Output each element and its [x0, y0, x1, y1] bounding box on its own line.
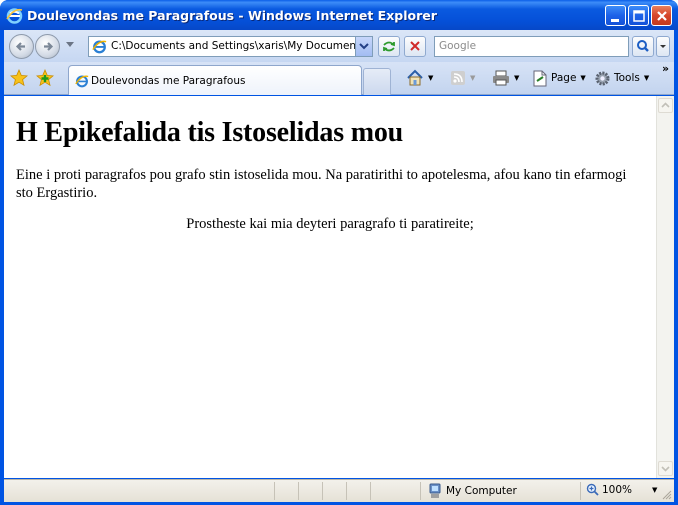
- tab-active[interactable]: Doulevondas me Paragrafous: [68, 65, 362, 95]
- security-zone-label: My Computer: [446, 485, 517, 497]
- chevron-up-icon: [661, 102, 670, 108]
- feeds-button[interactable]: ▼: [450, 68, 475, 88]
- add-favorites-icon[interactable]: [36, 69, 54, 87]
- status-divider: [298, 482, 299, 500]
- page-menu-label: Page: [551, 72, 577, 84]
- tab-toolbar: Doulevondas me Paragrafous ▼ ▼ ▼ Page ▼ …: [4, 62, 674, 95]
- forward-arrow-icon: [44, 42, 54, 51]
- close-icon: [657, 11, 667, 21]
- status-divider: [322, 482, 323, 500]
- refresh-button[interactable]: [378, 36, 400, 57]
- close-button[interactable]: [651, 5, 672, 26]
- chevron-down-icon: [661, 466, 670, 472]
- page-menu-button[interactable]: Page ▼: [532, 68, 586, 88]
- forward-button[interactable]: [35, 34, 60, 59]
- stop-icon: [410, 41, 420, 51]
- print-button[interactable]: ▼: [492, 68, 519, 88]
- zoom-icon: [586, 483, 599, 496]
- status-divider: [420, 482, 421, 500]
- zoom-control[interactable]: 100% ▼: [586, 483, 657, 496]
- status-divider: [274, 482, 275, 500]
- search-placeholder: Google: [439, 40, 477, 52]
- tools-menu-button[interactable]: Tools ▼: [594, 68, 649, 88]
- stop-button[interactable]: [404, 36, 426, 57]
- security-zone[interactable]: My Computer: [428, 483, 517, 499]
- address-toolbar: C:\Documents and Settings\xaris\My Docum…: [4, 30, 674, 62]
- recent-pages-dropdown-icon[interactable]: [66, 42, 74, 48]
- more-commands-chevron-icon[interactable]: ››: [662, 62, 669, 75]
- address-dropdown-button[interactable]: [355, 37, 372, 56]
- search-icon: [637, 40, 649, 52]
- feeds-icon: [451, 71, 465, 85]
- address-url: C:\Documents and Settings\xaris\My Docum…: [111, 40, 355, 52]
- search-options-button[interactable]: [656, 36, 670, 57]
- page-heading: H Epikefalida tis Istoselidas mou: [16, 117, 404, 148]
- ie-icon: [75, 75, 89, 88]
- home-button[interactable]: ▼: [406, 68, 433, 88]
- tab-label: Doulevondas me Paragrafous: [91, 75, 246, 87]
- ie-icon: [92, 40, 107, 54]
- home-icon: [407, 69, 423, 86]
- back-button[interactable]: [9, 34, 34, 59]
- address-input[interactable]: C:\Documents and Settings\xaris\My Docum…: [88, 36, 373, 57]
- computer-icon: [429, 483, 441, 498]
- refresh-icon: [383, 41, 395, 52]
- browser-window: Doulevondas me Paragrafous - Windows Int…: [0, 0, 678, 505]
- title-bar[interactable]: Doulevondas me Paragrafous - Windows Int…: [0, 0, 678, 30]
- chevron-down-icon: [359, 43, 369, 50]
- page-icon: [533, 70, 547, 86]
- window-title: Doulevondas me Paragrafous - Windows Int…: [27, 8, 437, 23]
- status-bar: My Computer 100% ▼: [4, 479, 674, 502]
- search-input[interactable]: Google: [434, 36, 629, 57]
- scroll-up-button[interactable]: [658, 98, 673, 113]
- paragraph-1: Eine i proti paragrafos pou grafo stin i…: [16, 167, 627, 201]
- back-arrow-icon: [15, 42, 25, 51]
- tools-gear-icon: [595, 71, 610, 85]
- print-icon: [493, 70, 509, 86]
- favorites-star-icon[interactable]: [10, 69, 28, 87]
- status-divider: [580, 482, 581, 500]
- minimize-icon: [611, 19, 619, 22]
- vertical-scrollbar[interactable]: [656, 96, 674, 478]
- maximize-button[interactable]: [628, 5, 649, 26]
- status-divider: [346, 482, 347, 500]
- tools-menu-label: Tools: [614, 72, 640, 84]
- search-button[interactable]: [632, 36, 654, 57]
- status-divider: [370, 482, 371, 500]
- resize-grip-icon[interactable]: [662, 490, 672, 500]
- minimize-button[interactable]: [605, 5, 626, 26]
- chevron-down-icon: [660, 45, 666, 48]
- paragraph-2: Prostheste kai mia deyteri paragrafo ti …: [186, 216, 474, 232]
- scroll-down-button[interactable]: [658, 461, 673, 476]
- zoom-level: 100%: [602, 483, 633, 496]
- page-content: H Epikefalida tis Istoselidas mou Eine i…: [4, 96, 656, 478]
- maximize-icon: [633, 10, 645, 22]
- ie-icon: [6, 8, 23, 24]
- new-tab-button[interactable]: [363, 68, 391, 95]
